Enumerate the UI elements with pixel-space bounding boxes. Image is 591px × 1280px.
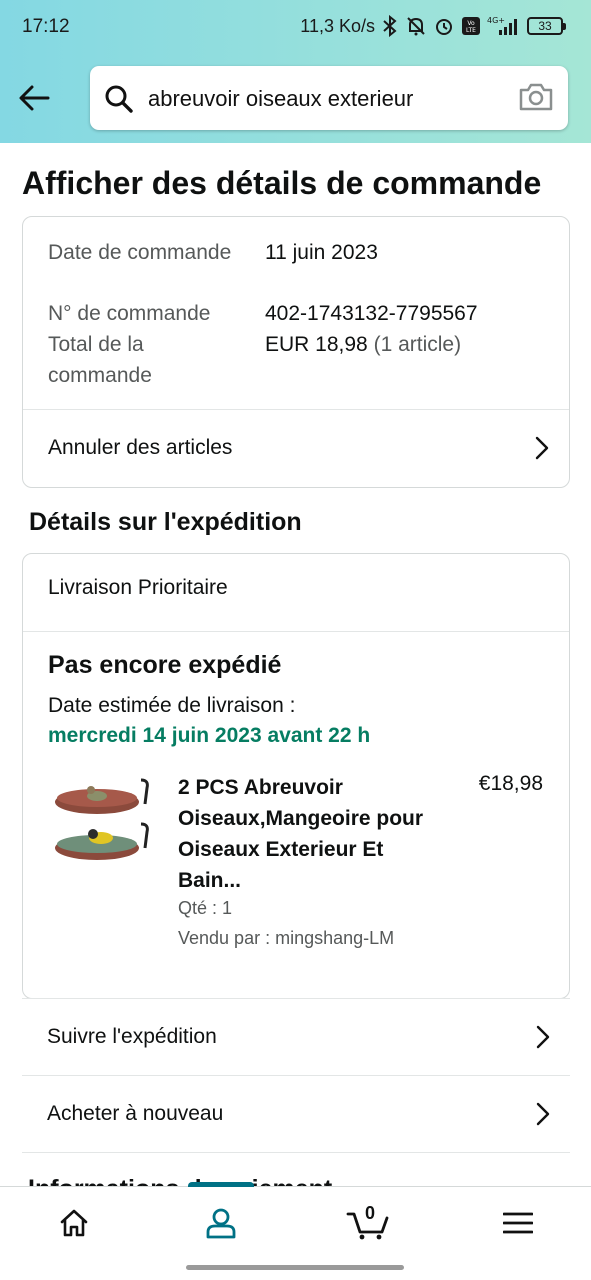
nav-account[interactable] xyxy=(147,1182,294,1259)
gesture-bar[interactable] xyxy=(186,1265,404,1270)
buy-again-row[interactable]: Acheter à nouveau xyxy=(22,1075,570,1151)
order-number-label: N° de commande xyxy=(48,302,211,325)
product-image[interactable] xyxy=(51,774,155,874)
battery-level: 33 xyxy=(538,19,552,33)
account-icon xyxy=(206,1208,235,1239)
arrow-left-icon xyxy=(19,85,50,111)
search-icon[interactable] xyxy=(104,84,134,119)
nav-menu[interactable] xyxy=(444,1187,591,1259)
signal-icon: 4G+ xyxy=(487,15,521,37)
app-header: 17:12 11,3 Ko/s Vo LTE 4G+ 33 abreuvoir … xyxy=(0,0,591,143)
status-bar: 17:12 11,3 Ko/s Vo LTE 4G+ 33 xyxy=(0,0,591,52)
status-icons: 11,3 Ko/s Vo LTE 4G+ 33 xyxy=(300,15,566,37)
order-date-value: 11 juin 2023 xyxy=(265,241,378,264)
shipment-status: Pas encore expédié xyxy=(48,651,282,679)
cancel-items-row[interactable]: Annuler des articles xyxy=(23,410,569,486)
track-shipment-row[interactable]: Suivre l'expédition xyxy=(22,998,570,1074)
chevron-right-icon xyxy=(536,1025,550,1049)
menu-icon xyxy=(502,1212,533,1234)
alarm-icon xyxy=(433,15,455,37)
cancel-items-label: Annuler des articles xyxy=(48,436,233,459)
active-tab-indicator xyxy=(188,1182,254,1187)
order-number-value: 402-1743132-7795567 xyxy=(265,302,478,325)
page-title: Afficher des détails de commande xyxy=(22,165,542,201)
network-type: 4G+ xyxy=(487,16,505,25)
divider xyxy=(23,631,569,632)
chevron-right-icon xyxy=(536,1102,550,1126)
order-date-label: Date de commande xyxy=(48,241,232,264)
nav-cart[interactable]: 0 xyxy=(294,1187,441,1259)
bell-muted-icon xyxy=(405,15,427,37)
svg-text:Vo: Vo xyxy=(467,20,475,27)
bottom-nav: 0 xyxy=(0,1182,591,1259)
buy-again-label: Acheter à nouveau xyxy=(47,1101,224,1125)
volte-icon: Vo LTE xyxy=(461,16,481,36)
svg-text:LTE: LTE xyxy=(466,27,476,34)
cart-count: 0 xyxy=(365,1203,376,1223)
product-title[interactable]: 2 PCS Abreuvoir Oiseaux,Mangeoire pour O… xyxy=(178,772,438,896)
delivery-estimate-date: mercredi 14 juin 2023 avant 22 h xyxy=(48,724,371,747)
network-speed: 11,3 Ko/s xyxy=(300,15,375,36)
order-item-count: (1 article) xyxy=(373,333,462,356)
delivery-estimate-label: Date estimée de livraison : xyxy=(48,694,296,717)
search-bar[interactable]: abreuvoir oiseaux exterieur xyxy=(90,66,568,130)
status-time: 17:12 xyxy=(22,16,70,37)
order-summary-card: Date de commande 11 juin 2023 N° de comm… xyxy=(22,216,570,488)
divider xyxy=(22,1152,570,1153)
product-seller: Vendu par : mingshang-LM xyxy=(178,928,395,948)
order-total-value: EUR 18,98 (1 article) xyxy=(265,329,461,360)
shipment-card: Livraison Prioritaire Pas encore expédié… xyxy=(22,553,570,999)
search-input[interactable]: abreuvoir oiseaux exterieur xyxy=(148,86,413,112)
shipping-section-title: Détails sur l'expédition xyxy=(29,508,302,536)
bluetooth-icon xyxy=(381,15,399,37)
order-total-amount: EUR 18,98 xyxy=(265,333,368,356)
nav-home[interactable] xyxy=(0,1187,147,1259)
track-shipment-label: Suivre l'expédition xyxy=(47,1024,217,1048)
back-button[interactable] xyxy=(16,80,52,116)
product-quantity: Qté : 1 xyxy=(178,898,233,918)
home-icon xyxy=(60,1209,87,1237)
chevron-right-icon xyxy=(535,436,549,460)
camera-icon[interactable] xyxy=(518,82,554,117)
order-total-label: Total de la commande xyxy=(48,333,152,387)
battery-icon: 33 xyxy=(527,17,566,35)
product-price: €18,98 xyxy=(478,772,543,795)
shipping-method: Livraison Prioritaire xyxy=(48,576,228,599)
